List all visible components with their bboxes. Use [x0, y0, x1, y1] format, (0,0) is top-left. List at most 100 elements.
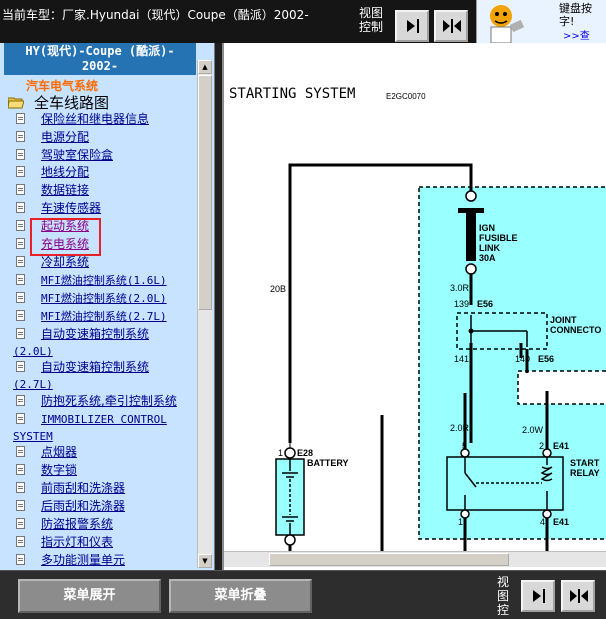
document-icon [16, 220, 25, 231]
menu-item-mfi-2-0[interactable]: MFI燃油控制系统(2.0L) [13, 290, 193, 307]
arrow-right-bar-icon [407, 19, 419, 33]
document-icon [16, 518, 25, 529]
tree-root-label: 全车线路图 [34, 93, 110, 112]
menu-item-label: 点烟器 [41, 445, 78, 459]
fuse-label-line-3: LINK [479, 243, 500, 253]
menu-item-cigar-lighter[interactable]: 点烟器 [13, 444, 193, 461]
pin-141: 141 [454, 354, 469, 364]
advert-text-line-1: 键盘按 [559, 2, 592, 15]
pin-139: 139 [454, 299, 469, 309]
document-icon [16, 464, 25, 475]
menu-item-mfi-2-7[interactable]: MFI燃油控制系统(2.7L) [13, 308, 193, 325]
document-icon [16, 328, 25, 339]
tree-root-wiring-diagrams[interactable]: 全车线路图 [8, 93, 110, 112]
battery-label: BATTERY [307, 458, 349, 468]
document-icon [16, 113, 25, 124]
document-icon [16, 238, 25, 249]
diagram-title: STARTING SYSTEM [229, 86, 355, 102]
battery-pin-1: 1 [278, 448, 283, 458]
menu-item-label: 数字锁 [41, 463, 78, 477]
document-icon [16, 446, 25, 457]
document-icon [16, 184, 25, 195]
menu-item-at-control-2-7[interactable]: 自动变速箱控制系统 (2.7L) [13, 359, 193, 393]
document-icon [16, 500, 25, 511]
starting-system-diagram: STARTING SYSTEM E2GC0070 IGN FUSIBLE LIN… [229, 86, 606, 551]
document-icon [16, 482, 25, 493]
connector-e56-bottom: E56 [538, 354, 554, 364]
collapse-menu-button[interactable]: 菜单折叠 [169, 579, 312, 613]
bottom-bar: 菜单展开 菜单折叠 视图控 [0, 570, 606, 619]
menu-item-multi-gauge-unit[interactable]: 多功能测量单元 [13, 552, 193, 569]
menu-item-label: 自动变速箱控制系统 [41, 327, 150, 341]
scroll-up-arrow-icon[interactable]: ▲ [198, 60, 212, 74]
document-icon [16, 395, 25, 406]
wire-label-20b: 20B [270, 284, 286, 294]
menu-item-front-wiper[interactable]: 前雨刮和洗涤器 [13, 480, 193, 497]
diagram-code: E2GC0070 [386, 92, 426, 101]
sidebar-heading-line-1: HY(现代)-Coupe (酷派)- [25, 44, 175, 58]
sidebar-model-heading: HY(现代)-Coupe (酷派)- 2002- [4, 43, 196, 75]
sidebar-scrollbar[interactable]: ▲ ▼ [197, 60, 212, 568]
top-bar: 当前车型：厂家.Hyundai（现代）Coupe（酷派）2002- 视图 控制 … [0, 0, 606, 43]
menu-item-mfi-1-6[interactable]: MFI燃油控制系统(1.6L) [13, 272, 193, 289]
menu-item-rear-wiper[interactable]: 后雨刮和洗涤器 [13, 498, 193, 515]
menu-item-label: 前雨刮和洗涤器 [41, 481, 126, 495]
arrows-split-icon [443, 19, 461, 33]
split-view-button[interactable] [434, 10, 468, 42]
footer-expand-right-button[interactable] [521, 580, 555, 612]
menu-item-label: 保险丝和继电器信息 [41, 112, 150, 126]
relay-label-line-2: RELAY [570, 468, 600, 478]
menu-item-digital-lock[interactable]: 数字锁 [13, 462, 193, 479]
arrow-right-bar-icon [533, 589, 545, 603]
menu-item-at-control-2-0[interactable]: 自动变速箱控制系统 (2.0L) [13, 326, 193, 360]
relay-pin-1: 1 [458, 517, 463, 527]
wire-label-3-0r: 3.0R [450, 283, 470, 293]
menu-item-label: IMMOBILIZER CONTROL [41, 413, 167, 426]
document-icon [16, 292, 25, 303]
menu-item-ground-distribution[interactable]: 地线分配 [13, 164, 193, 181]
menu-item-cooling-system[interactable]: 冷却系统 [13, 254, 193, 271]
diagram-horizontal-scrollbar[interactable] [224, 551, 606, 567]
sidebar-scroll-thumb[interactable] [198, 75, 212, 310]
document-icon [16, 413, 25, 424]
expand-menu-button[interactable]: 菜单展开 [18, 579, 161, 613]
menu-item-cabin-fuse-box[interactable]: 驾驶室保险盒 [13, 147, 193, 164]
menu-item-label: 驾驶室保险盒 [41, 148, 114, 162]
view-control-label: 视图 控制 [357, 6, 385, 34]
menu-item-abs-traction[interactable]: 防抱死系统,牵引控制系统 [13, 393, 193, 410]
expand-right-button[interactable] [395, 10, 429, 42]
sidebar-heading-line-2: 2002- [81, 59, 119, 73]
mascot-image [490, 5, 525, 43]
current-model-title: 当前车型：厂家.Hyundai（现代）Coupe（酷派）2002- [2, 8, 309, 22]
relay-label-line-1: START [570, 458, 600, 468]
menu-item-immobilizer[interactable]: IMMOBILIZER CONTROL SYSTEM [13, 411, 193, 445]
menu-item-label: MFI燃油控制系统(2.0L) [41, 292, 167, 305]
footer-split-view-button[interactable] [561, 580, 595, 612]
menu-item-label-line-2: (2.0L) [13, 345, 53, 358]
wire-label-2-0r: 2.0R [450, 423, 470, 433]
arrows-split-icon [570, 589, 588, 603]
document-icon [16, 361, 25, 372]
relay-connector-bottom: E41 [553, 517, 569, 527]
menu-item-power-distribution[interactable]: 电源分配 [13, 129, 193, 146]
selection-highlight [30, 218, 101, 256]
menu-item-data-link[interactable]: 数据链接 [13, 182, 193, 199]
menu-item-label: 自动变速箱控制系统 [41, 360, 150, 374]
document-icon [16, 274, 25, 285]
relay-pin-2: 2 [539, 441, 544, 451]
menu-item-label: 电源分配 [41, 130, 90, 144]
menu-item-fuse-relay-info[interactable]: 保险丝和继电器信息 [13, 111, 193, 128]
menu-item-label-line-2: (2.7L) [13, 378, 53, 391]
menu-item-label: MFI燃油控制系统(2.7L) [41, 310, 167, 323]
fuse-label-line-4: 30A [479, 253, 496, 263]
menu-item-label: 多功能测量单元 [41, 553, 126, 567]
advert-link[interactable]: >>查 [563, 27, 590, 42]
menu-item-indicators-gauges[interactable]: 指示灯和仪表 [13, 534, 193, 551]
relay-pin-4: 4 [540, 517, 545, 527]
menu-item-anti-theft-alarm[interactable]: 防盗报警系统 [13, 516, 193, 533]
advert-banner[interactable]: 键盘按 字! >>查 [476, 0, 606, 43]
menu-item-label: 数据链接 [41, 183, 90, 197]
diagram-hscroll-thumb[interactable] [269, 553, 509, 566]
scroll-down-arrow-icon[interactable]: ▼ [198, 554, 212, 568]
menu-item-speed-sensor[interactable]: 车速传感器 [13, 200, 193, 217]
